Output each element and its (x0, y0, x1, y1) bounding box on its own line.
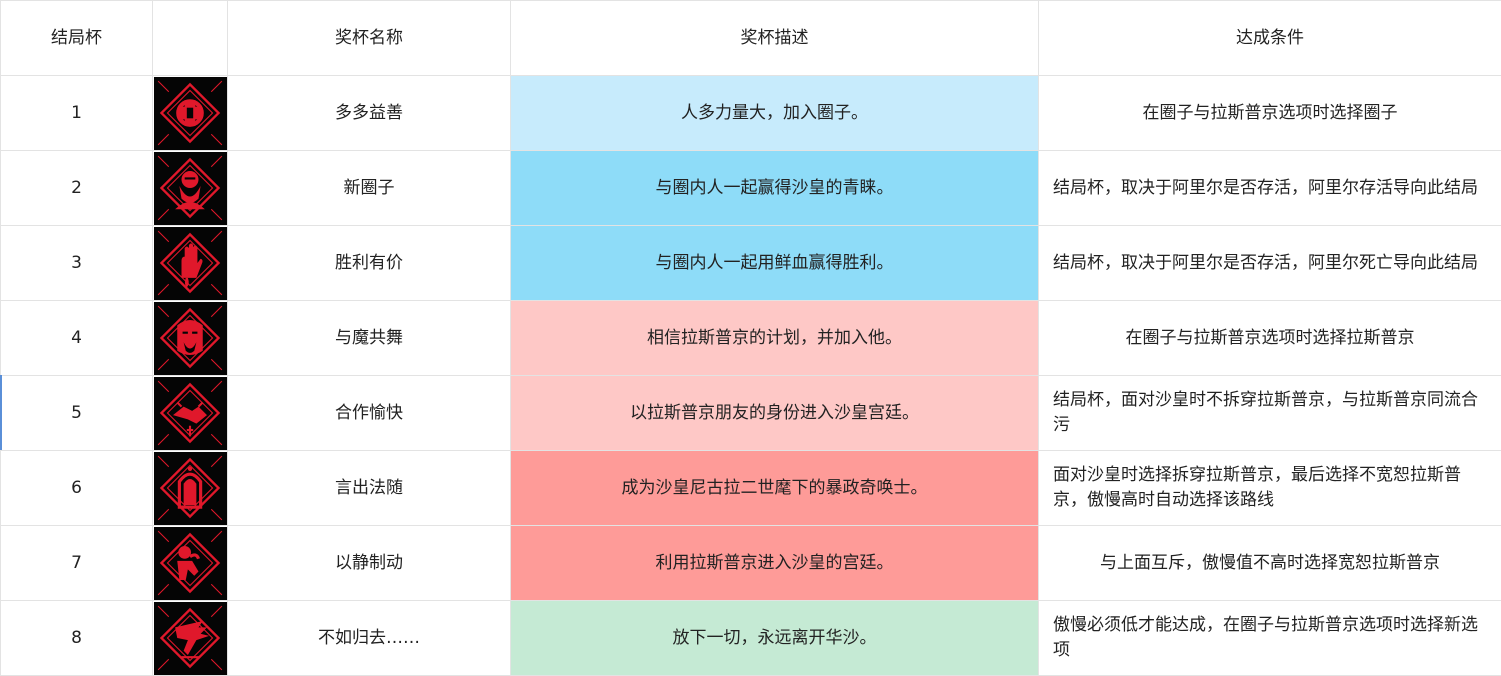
ending-number: 6 (1, 451, 153, 526)
achievement-condition: 面对沙皇时选择拆穿拉斯普京，最后选择不宽恕拉斯普京，傲慢高时自动选择该路线 (1039, 451, 1501, 526)
trophy-name: 与魔共舞 (228, 301, 511, 376)
trophy-icon-cell (153, 151, 228, 226)
achievement-condition: 结局杯，取决于阿里尔是否存活，阿里尔死亡导向此结局 (1039, 226, 1501, 301)
header-trophy-name: 奖杯名称 (228, 1, 511, 76)
achievement-condition: 结局杯，面对沙皇时不拆穿拉斯普京，与拉斯普京同流合污 (1039, 376, 1501, 451)
ending-number: 4 (1, 301, 153, 376)
trophy-description: 与圈内人一起用鲜血赢得胜利。 (511, 226, 1039, 301)
achievement-condition: 傲慢必须低才能达成，在圈子与拉斯普京选项时选择新选项 (1039, 601, 1501, 676)
ending-number: 3 (1, 226, 153, 301)
table-row: 3 胜利有价 与圈内人一起用鲜血赢得胜利。 结局杯，取决于阿里尔是否存活，阿里尔… (1, 226, 1501, 301)
trophy-name: 新圈子 (228, 151, 511, 226)
trophy-description: 成为沙皇尼古拉二世麾下的暴政奇唤士。 (511, 451, 1039, 526)
header-icon (153, 1, 228, 76)
trophy-description: 利用拉斯普京进入沙皇的宫廷。 (511, 526, 1039, 601)
trophy-name: 以静制动 (228, 526, 511, 601)
achievement-condition: 与上面互斥，傲慢值不高时选择宽恕拉斯普京 (1039, 526, 1501, 601)
trophy-description: 放下一切，永远离开华沙。 (511, 601, 1039, 676)
bearded-man-icon (156, 154, 224, 222)
trophy-icon-cell (153, 226, 228, 301)
trophy-name: 不如归去…… (228, 601, 511, 676)
table-row: 4 与魔共舞 相信拉斯普京的计划，并加入他。 在圈子与拉斯普京选项时选择拉斯普京 (1, 301, 1501, 376)
header-row: 结局杯 奖杯名称 奖杯描述 达成条件 (1, 1, 1501, 76)
header-condition: 达成条件 (1039, 1, 1501, 76)
achievement-condition: 在圈子与拉斯普京选项时选择圈子 (1039, 76, 1501, 151)
table-row: 1 多多益善 人多力量大，加入圈子。 在圈子与拉斯普京选项时选择圈子 (1, 76, 1501, 151)
table-row: 8 不如归去…… 放下一切，永远离开华沙。 傲慢必须低才能达成，在圈子与拉斯普京… (1, 601, 1501, 676)
trophy-description: 与圈内人一起赢得沙皇的青睐。 (511, 151, 1039, 226)
trophy-description: 人多力量大，加入圈子。 (511, 76, 1039, 151)
achievement-condition: 在圈子与拉斯普京选项时选择拉斯普京 (1039, 301, 1501, 376)
trophy-description: 以拉斯普京朋友的身份进入沙皇宫廷。 (511, 376, 1039, 451)
palace-door-icon (156, 454, 224, 522)
table-row: 5 合作愉快 以拉斯普京朋友的身份进入沙皇宫廷。 结局杯，面对沙皇时不拆穿拉斯普… (1, 376, 1501, 451)
trophy-icon-cell (153, 76, 228, 151)
trophy-icon-cell (153, 526, 228, 601)
ending-number: 7 (1, 526, 153, 601)
header-trophy-desc: 奖杯描述 (511, 1, 1039, 76)
trophy-table: 结局杯 奖杯名称 奖杯描述 达成条件 1 多多益善 人多力量大，加入圈子。 在圈… (0, 0, 1501, 676)
header-ending-cup: 结局杯 (1, 1, 153, 76)
trophy-name: 胜利有价 (228, 226, 511, 301)
bloody-hand-icon (156, 229, 224, 297)
thinker-icon (156, 529, 224, 597)
departing-wing-icon (156, 604, 224, 672)
handshake-icon (156, 379, 224, 447)
achievement-condition: 结局杯，取决于阿里尔是否存活，阿里尔存活导向此结局 (1039, 151, 1501, 226)
row-focus-marker (0, 375, 2, 450)
trophy-icon-cell (153, 376, 228, 451)
rasputin-face-icon (156, 304, 224, 372)
trophy-name: 言出法随 (228, 451, 511, 526)
trophy-name: 多多益善 (228, 76, 511, 151)
table-row: 7 以静制动 利用拉斯普京进入沙皇的宫廷。 与上面互斥，傲慢值不高时选择宽恕拉斯… (1, 526, 1501, 601)
ending-number: 8 (1, 601, 153, 676)
ending-number: 2 (1, 151, 153, 226)
circle-unity-icon (156, 79, 224, 147)
table-row: 2 新圈子 与圈内人一起赢得沙皇的青睐。 结局杯，取决于阿里尔是否存活，阿里尔存… (1, 151, 1501, 226)
trophy-description: 相信拉斯普京的计划，并加入他。 (511, 301, 1039, 376)
ending-number: 5 (1, 376, 153, 451)
table-row: 6 言出法随 成为沙皇尼古拉二世麾下的暴政奇唤士。 面对沙皇时选择拆穿拉斯普京，… (1, 451, 1501, 526)
trophy-name: 合作愉快 (228, 376, 511, 451)
ending-number: 1 (1, 76, 153, 151)
trophy-icon-cell (153, 301, 228, 376)
trophy-icon-cell (153, 601, 228, 676)
trophy-icon-cell (153, 451, 228, 526)
